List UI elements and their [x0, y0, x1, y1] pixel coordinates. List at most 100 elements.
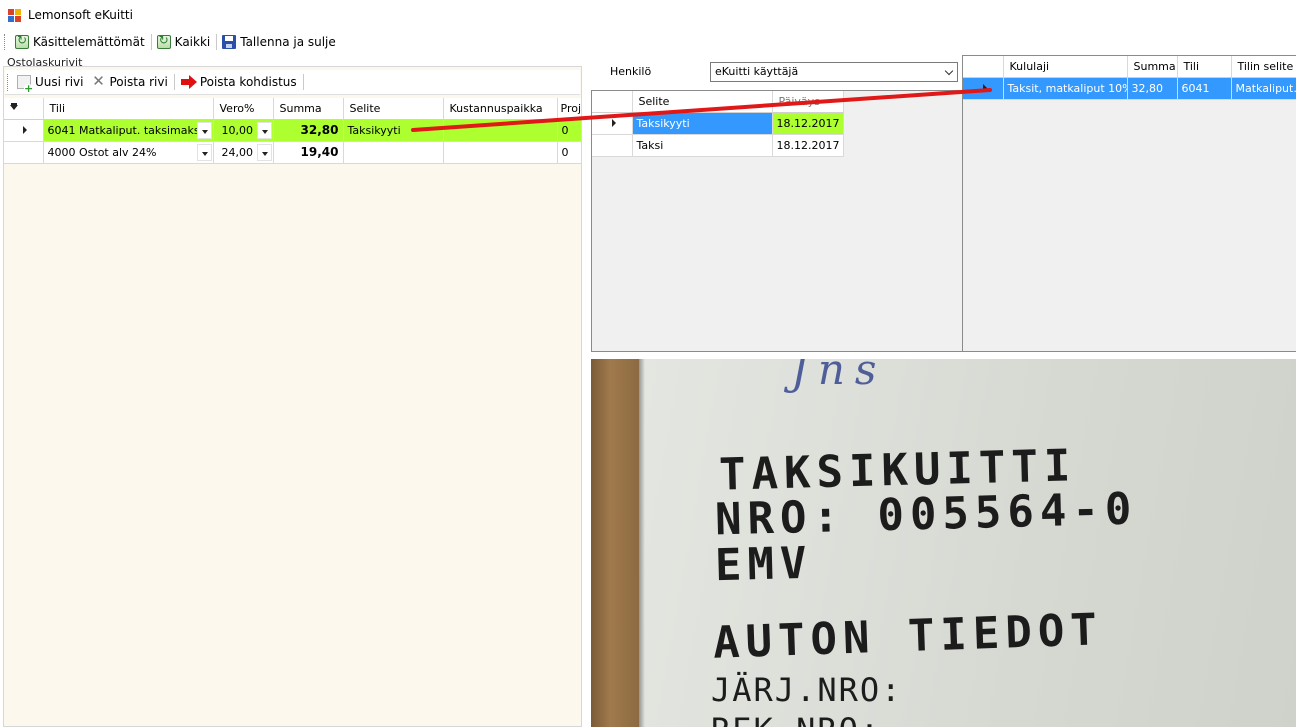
filter-icon [10, 104, 18, 110]
receipt-image: Jns TAKSIKUITTI NRO: 005564-0 EMV AUTON … [591, 359, 1296, 727]
title-bar: Lemonsoft eKuitti [0, 0, 1296, 30]
toolbar-grip[interactable] [4, 34, 7, 50]
row-header[interactable] [592, 134, 633, 157]
column-header-description[interactable]: Selite [343, 98, 444, 120]
corner-header [963, 56, 1004, 78]
chevron-down-icon[interactable] [256, 121, 272, 139]
purchase-rows-toolbar: Uusi rivi ✕ Poista rivi Poista kohdistus [5, 70, 580, 95]
row-header[interactable] [963, 77, 1004, 100]
new-row-button[interactable]: Uusi rivi [13, 72, 88, 93]
red-arrow-icon [180, 75, 197, 89]
current-row-icon [611, 118, 616, 127]
date-cell[interactable]: 18.12.2017 [772, 134, 844, 157]
save-icon [222, 35, 237, 49]
chevron-down-icon[interactable] [196, 143, 212, 161]
new-row-label: Uusi rivi [35, 75, 84, 89]
column-header-amount[interactable]: Summa [273, 98, 344, 120]
paper-shadow [639, 359, 645, 727]
account-value: 6041 Matkaliput. taksimaks... [47, 123, 211, 137]
corner-header [592, 91, 633, 113]
receipts-grid: Selite Päiväys Taksikyyti 18.12.2017 Tak… [592, 91, 844, 157]
column-header-date[interactable]: Päiväys [772, 91, 844, 113]
column-header-cost-center[interactable]: Kustannuspaikka [443, 98, 558, 120]
receipt-line: JÄRJ.NRO: [711, 671, 903, 709]
column-header-description[interactable]: Selite [632, 91, 773, 113]
person-selected-value: eKuitti käyttäjä [715, 65, 799, 78]
main-toolbar: Käsittelemättömät Kaikki Tallenna ja sul… [0, 31, 1296, 53]
receipt-line: REK.NRO: [711, 711, 881, 727]
amount-cell[interactable]: 32,80 [1127, 77, 1178, 100]
chevron-down-icon[interactable] [256, 143, 272, 161]
vat-cell[interactable]: 10,00 [213, 119, 274, 142]
vat-value: 10,00 [221, 123, 254, 137]
toolbar-separator [173, 74, 175, 90]
project-cell[interactable]: 0 [557, 119, 582, 142]
row-header[interactable] [4, 119, 44, 142]
unprocessed-button[interactable]: Käsittelemättömät [12, 32, 149, 52]
row-header[interactable] [4, 141, 44, 164]
app-icon [8, 8, 21, 22]
column-header-expense-type[interactable]: Kululaji [1003, 56, 1128, 78]
project-cell[interactable]: 0 [557, 141, 582, 164]
amount-cell[interactable]: 32,80 [273, 119, 344, 142]
column-header-project[interactable]: Proj [557, 98, 582, 120]
table-row[interactable]: Taksit, matkaliput 10% 32,80 6041 Matkal… [963, 77, 1296, 100]
expense-types-pane: Kululaji Summa Tili Tilin selite Taksit,… [962, 55, 1296, 352]
cost-center-cell[interactable] [443, 141, 558, 164]
table-row[interactable]: 4000 Ostot alv 24% 24,00 19,40 0 [4, 141, 582, 164]
account-cell[interactable]: 6041 Matkaliput. taksimaks... [43, 119, 214, 142]
save-close-button[interactable]: Tallenna ja sulje [219, 32, 340, 52]
date-cell[interactable]: 18.12.2017 [772, 112, 844, 135]
refresh-icon [15, 33, 29, 49]
window-title: Lemonsoft eKuitti [28, 8, 133, 22]
chevron-down-icon[interactable] [196, 121, 212, 139]
column-header-vat[interactable]: Vero% [213, 98, 274, 120]
account-desc-cell[interactable]: Matkaliput. tal [1231, 77, 1296, 100]
save-close-label: Tallenna ja sulje [240, 35, 336, 49]
description-cell[interactable] [343, 141, 444, 164]
description-cell[interactable]: Taksikyyti [343, 119, 444, 142]
table-surface [591, 359, 639, 727]
person-label: Henkilö [610, 65, 652, 78]
expense-types-grid: Kululaji Summa Tili Tilin selite Taksit,… [963, 56, 1296, 100]
table-row[interactable]: Taksi 18.12.2017 [592, 134, 844, 157]
column-header-account[interactable]: Tili [43, 98, 214, 120]
delete-assignment-label: Poista kohdistus [199, 75, 297, 89]
person-select[interactable]: eKuitti käyttäjä [710, 62, 958, 82]
handwriting: Jns [791, 359, 887, 394]
expense-type-cell[interactable]: Taksit, matkaliput 10% [1003, 77, 1128, 100]
current-row-icon [23, 125, 28, 134]
add-row-icon [17, 75, 33, 93]
toolbar-grip[interactable] [7, 73, 10, 91]
amount-cell[interactable]: 19,40 [273, 141, 344, 164]
description-cell[interactable]: Taksi [632, 134, 773, 157]
unprocessed-label: Käsittelemättömät [33, 35, 145, 49]
toolbar-separator [302, 74, 304, 90]
column-header-account-desc[interactable]: Tilin selite [1231, 56, 1296, 78]
table-row[interactable]: Taksikyyti 18.12.2017 [592, 112, 844, 135]
account-cell[interactable]: 6041 [1177, 77, 1232, 100]
vat-cell[interactable]: 24,00 [213, 141, 274, 164]
cost-center-cell[interactable] [443, 119, 558, 142]
description-cell[interactable]: Taksikyyti [632, 112, 773, 135]
delete-icon: ✕ [92, 72, 105, 90]
column-header-account[interactable]: Tili [1177, 56, 1232, 78]
filter-header[interactable] [4, 98, 44, 120]
all-label: Kaikki [174, 35, 211, 49]
column-header-amount[interactable]: Summa [1127, 56, 1178, 78]
account-value: 4000 Ostot alv 24% [47, 145, 157, 159]
row-header[interactable] [592, 112, 633, 135]
delete-assignment-button[interactable]: Poista kohdistus [177, 72, 301, 92]
delete-row-label: Poista rivi [109, 75, 168, 89]
refresh-icon [156, 33, 171, 49]
current-row-icon [982, 83, 987, 92]
vat-value: 24,00 [221, 145, 254, 159]
all-button[interactable]: Kaikki [154, 32, 215, 52]
purchase-rows-grid: Tili Vero% Summa Selite Kustannuspaikka … [4, 98, 582, 164]
table-row[interactable]: 6041 Matkaliput. taksimaks... 10,00 32,8… [4, 119, 582, 142]
account-cell[interactable]: 4000 Ostot alv 24% [43, 141, 214, 164]
delete-row-button[interactable]: ✕ Poista rivi [88, 72, 172, 92]
receipt-line: EMV [714, 537, 814, 592]
toolbar-separator [150, 34, 152, 50]
purchase-rows-pane [3, 66, 582, 727]
